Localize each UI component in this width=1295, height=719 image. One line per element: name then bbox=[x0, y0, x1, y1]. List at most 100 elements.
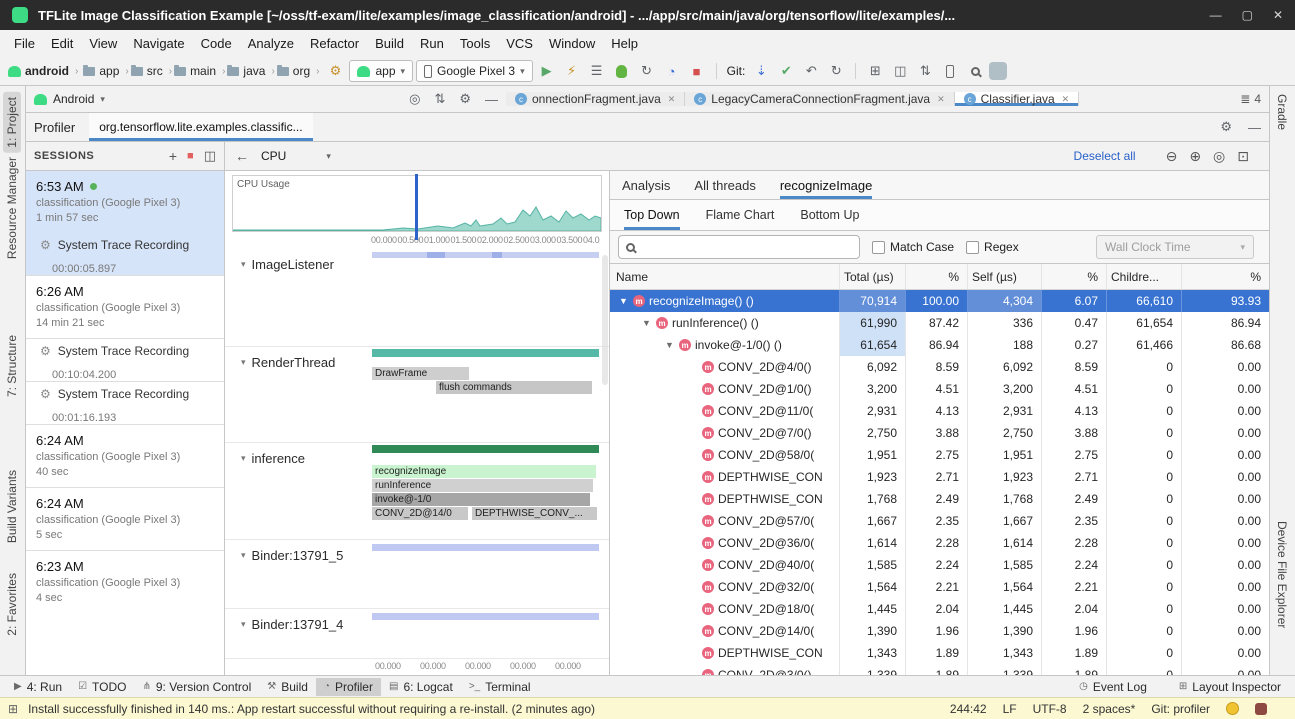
line-separator-indicator[interactable]: LF bbox=[1003, 702, 1017, 716]
table-row[interactable]: m CONV_2D@14/0( 1,390 1.96 1,390 1.96 0 … bbox=[610, 620, 1269, 642]
run-config-selector[interactable]: app ▾ bbox=[349, 60, 413, 82]
session-entry[interactable]: ⚙ System Trace Recording 00:00:05.897 bbox=[26, 233, 224, 275]
thread-track[interactable]: recognizeImage runInference invoke@-1/0 … bbox=[372, 443, 599, 539]
apply-changes-button[interactable]: ⚡ bbox=[561, 60, 583, 82]
collapse-arrow-icon[interactable]: ▾ bbox=[241, 259, 246, 270]
table-row[interactable]: m CONV_2D@1/0() 3,200 4.51 3,200 4.51 0 … bbox=[610, 378, 1269, 400]
thread-row[interactable]: ▾Binder:13791_5 bbox=[225, 540, 609, 609]
tool-window-button[interactable]: ☑ TODO bbox=[70, 678, 134, 696]
status-message[interactable]: Install successfully finished in 140 ms.… bbox=[28, 702, 940, 716]
tool-window-button[interactable]: ◷ Event Log bbox=[1071, 678, 1155, 696]
trace-event-bar[interactable]: DEPTHWISE_CONV_... bbox=[472, 507, 597, 520]
filter-search-input[interactable] bbox=[642, 240, 852, 254]
profiler-session-tab[interactable]: org.tensorflow.lite.examples.classific..… bbox=[89, 113, 312, 141]
device-selector[interactable]: Google Pixel 3 ▾ bbox=[416, 60, 533, 82]
heap-indicator-icon[interactable] bbox=[1255, 703, 1267, 715]
sync-gradle-button[interactable]: ⊞ bbox=[864, 60, 886, 82]
hide-profiler-icon[interactable]: — bbox=[1248, 120, 1261, 135]
tool-window-button[interactable]: ▶ 4: Run bbox=[6, 678, 70, 696]
menu-item[interactable]: File bbox=[6, 32, 43, 55]
debug-button[interactable] bbox=[611, 60, 633, 82]
trace-event-bar[interactable]: invoke@-1/0 bbox=[372, 493, 590, 506]
thread-track[interactable] bbox=[372, 609, 599, 658]
close-button[interactable]: ✕ bbox=[1273, 8, 1283, 22]
column-header-total-pct[interactable]: % bbox=[905, 264, 967, 289]
breadcrumb-item[interactable]: java › bbox=[227, 64, 276, 78]
analysis-subtab[interactable]: Bottom Up bbox=[800, 200, 859, 230]
session-entry[interactable]: 6:24 AM classification (Google Pixel 3) … bbox=[26, 424, 224, 487]
deselect-all-link[interactable]: Deselect all bbox=[1074, 149, 1136, 163]
breadcrumb-item[interactable]: src › bbox=[131, 64, 174, 78]
notification-icon[interactable] bbox=[1226, 702, 1239, 715]
git-history-button[interactable]: ↻ bbox=[825, 60, 847, 82]
trace-event-bar[interactable]: DrawFrame bbox=[372, 367, 469, 380]
breadcrumb-item[interactable]: org › bbox=[277, 64, 322, 78]
column-header-name[interactable]: Name bbox=[610, 264, 839, 289]
menu-item[interactable]: Tools bbox=[452, 32, 498, 55]
close-tab-icon[interactable]: ✕ bbox=[937, 94, 945, 105]
menu-item[interactable]: Code bbox=[193, 32, 240, 55]
thread-row[interactable]: ▾Binder:13791_4 bbox=[225, 609, 609, 659]
git-update-button[interactable]: ⇣ bbox=[750, 60, 772, 82]
table-row[interactable]: ▼ m recognizeImage() () 70,914 100.00 4,… bbox=[610, 290, 1269, 312]
thread-row[interactable]: ▾inference recognizeImage runInference i… bbox=[225, 443, 609, 540]
profile-avatar[interactable] bbox=[989, 62, 1007, 80]
session-entry[interactable]: ⚙ System Trace Recording 00:10:04.200 bbox=[26, 338, 224, 381]
thread-track[interactable] bbox=[372, 249, 599, 346]
table-row[interactable]: m CONV_2D@3/0() 1,339 1.89 1,339 1.89 0 … bbox=[610, 664, 1269, 675]
session-entry[interactable]: 6:26 AM classification (Google Pixel 3) … bbox=[26, 275, 224, 338]
tool-stripe-project[interactable]: 1: Project bbox=[3, 92, 21, 153]
menu-item[interactable]: Run bbox=[412, 32, 452, 55]
collapse-arrow-icon[interactable]: ▾ bbox=[241, 619, 246, 630]
analysis-tab[interactable]: All threads bbox=[694, 171, 755, 199]
breadcrumb-item[interactable]: main › bbox=[174, 64, 227, 78]
table-row[interactable]: m CONV_2D@40/0( 1,585 2.24 1,585 2.24 0 … bbox=[610, 554, 1269, 576]
trace-event-bar[interactable]: runInference bbox=[372, 479, 593, 492]
analysis-tab[interactable]: Analysis bbox=[622, 171, 670, 199]
tool-window-switcher-icon[interactable]: ⊞ bbox=[8, 702, 18, 716]
encoding-indicator[interactable]: UTF-8 bbox=[1033, 702, 1067, 716]
attach-debugger-button[interactable]: ↻ bbox=[636, 60, 658, 82]
editor-tab[interactable]: c LegacyCameraConnectionFragment.java ✕ bbox=[685, 92, 954, 106]
table-row[interactable]: ▼ m invoke@-1/0() () 61,654 86.94 188 0.… bbox=[610, 334, 1269, 356]
sdk-manager-button[interactable]: ⇅ bbox=[914, 60, 936, 82]
expand-arrow[interactable]: ▼ bbox=[664, 340, 675, 350]
hide-panel-icon[interactable]: — bbox=[485, 92, 498, 107]
collapse-arrow-icon[interactable]: ▾ bbox=[241, 453, 246, 464]
expand-arrow[interactable]: ▼ bbox=[618, 296, 629, 306]
tool-stripe-structure[interactable]: 7: Structure bbox=[3, 330, 21, 402]
menu-item[interactable]: Refactor bbox=[302, 32, 367, 55]
table-row[interactable]: m CONV_2D@58/0( 1,951 2.75 1,951 2.75 0 … bbox=[610, 444, 1269, 466]
menu-item[interactable]: Analyze bbox=[240, 32, 302, 55]
clock-type-dropdown[interactable]: Wall Clock Time ▾ bbox=[1096, 235, 1254, 259]
table-row[interactable]: m CONV_2D@4/0() 6,092 8.59 6,092 8.59 0 … bbox=[610, 356, 1269, 378]
collapse-arrow-icon[interactable]: ▾ bbox=[241, 357, 246, 368]
table-row[interactable]: m DEPTHWISE_CON 1,768 2.49 1,768 2.49 0 … bbox=[610, 488, 1269, 510]
trace-event-bar[interactable]: CONV_2D@14/0 bbox=[372, 507, 468, 520]
project-view-selector[interactable]: Android bbox=[53, 92, 94, 106]
profiler-settings-gear-icon[interactable]: ⚙ bbox=[1220, 119, 1232, 135]
avd-manager-button[interactable] bbox=[939, 60, 961, 82]
thread-track[interactable] bbox=[372, 540, 599, 608]
analysis-tab[interactable]: recognizeImage bbox=[780, 171, 873, 199]
maximize-button[interactable]: ▢ bbox=[1242, 8, 1253, 22]
caret-position[interactable]: 244:42 bbox=[950, 702, 987, 716]
collapse-sessions-icon[interactable]: ◫ bbox=[204, 148, 216, 164]
zoom-in-icon[interactable]: ⊕ bbox=[1189, 148, 1201, 165]
tool-stripe-device-file-explorer[interactable]: Device File Explorer bbox=[1275, 521, 1289, 628]
close-tab-icon[interactable]: ✕ bbox=[1062, 94, 1070, 105]
tool-stripe-favorites[interactable]: 2: Favorites bbox=[3, 568, 21, 641]
column-header-self-pct[interactable]: % bbox=[1041, 264, 1106, 289]
menu-item[interactable]: Navigate bbox=[125, 32, 192, 55]
collapse-arrow-icon[interactable]: ▾ bbox=[241, 550, 246, 561]
settings-gear-icon[interactable]: ⚙ bbox=[459, 91, 471, 107]
analysis-subtab[interactable]: Top Down bbox=[624, 200, 680, 230]
session-entry[interactable]: 6:53 AM classification (Google Pixel 3) … bbox=[26, 171, 224, 233]
table-row[interactable]: ▼ m runInference() () 61,990 87.42 336 0… bbox=[610, 312, 1269, 334]
session-entry[interactable]: ⚙ System Trace Recording 00:01:16.193 bbox=[26, 381, 224, 424]
stop-session-icon[interactable]: ■ bbox=[187, 150, 194, 162]
tab-list-icon[interactable]: ≣ bbox=[1240, 92, 1250, 106]
tool-window-button[interactable]: >_ Terminal bbox=[461, 678, 539, 696]
table-row[interactable]: m CONV_2D@36/0( 1,614 2.28 1,614 2.28 0 … bbox=[610, 532, 1269, 554]
table-row[interactable]: m CONV_2D@18/0( 1,445 2.04 1,445 2.04 0 … bbox=[610, 598, 1269, 620]
